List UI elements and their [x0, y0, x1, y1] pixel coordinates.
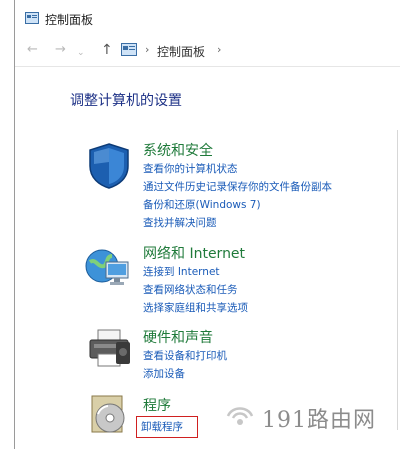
shield-icon: [89, 143, 129, 189]
back-arrow-icon[interactable]: ←: [27, 43, 38, 57]
watermark-text: 191路由网: [262, 408, 376, 433]
category-hardware-sound[interactable]: 硬件和声音: [143, 327, 213, 347]
link-troubleshoot[interactable]: 查找并解决问题: [143, 215, 217, 230]
category-network-internet[interactable]: 网络和 Internet: [143, 243, 245, 263]
breadcrumb-control-panel[interactable]: 控制面板: [157, 43, 205, 60]
link-add-device[interactable]: 添加设备: [143, 366, 185, 381]
link-network-status[interactable]: 查看网络状态和任务: [143, 282, 238, 297]
window-title: 控制面板: [45, 13, 94, 27]
link-connect-internet[interactable]: 连接到 Internet: [143, 264, 220, 279]
category-programs[interactable]: 程序: [143, 395, 171, 415]
watermark-logo-icon: [226, 407, 254, 425]
link-backup-restore-win7[interactable]: 备份和还原(Windows 7): [143, 197, 261, 212]
recent-chevron-icon[interactable]: ⌄: [77, 46, 85, 60]
network-globe-icon: [85, 249, 129, 285]
breadcrumb-separator: ›: [145, 43, 150, 56]
panel-edge: [397, 130, 398, 430]
link-devices-printers[interactable]: 查看设备和打印机: [143, 348, 227, 363]
address-control-panel-icon: [121, 43, 137, 56]
title-bar: 控制面板: [15, 0, 400, 34]
category-system-security[interactable]: 系统和安全: [143, 140, 213, 160]
programs-disc-icon: [91, 395, 125, 433]
page-heading: 调整计算机的设置: [70, 93, 182, 109]
control-panel-icon: [25, 12, 39, 24]
link-homegroup-sharing[interactable]: 选择家庭组和共享选项: [143, 300, 248, 315]
forward-arrow-icon[interactable]: →: [55, 43, 66, 57]
link-file-history-backup[interactable]: 通过文件历史记录保存你的文件备份副本: [143, 179, 332, 194]
navigation-bar: ← → ⌄ ↑ › 控制面板 ›: [15, 34, 400, 66]
printer-icon: [89, 329, 130, 367]
up-arrow-icon[interactable]: ↑: [101, 43, 113, 57]
link-view-computer-status[interactable]: 查看你的计算机状态: [143, 161, 238, 176]
breadcrumb-separator-end[interactable]: ›: [217, 43, 221, 56]
toolbar-divider: [15, 66, 400, 67]
highlight-box: [136, 416, 198, 438]
